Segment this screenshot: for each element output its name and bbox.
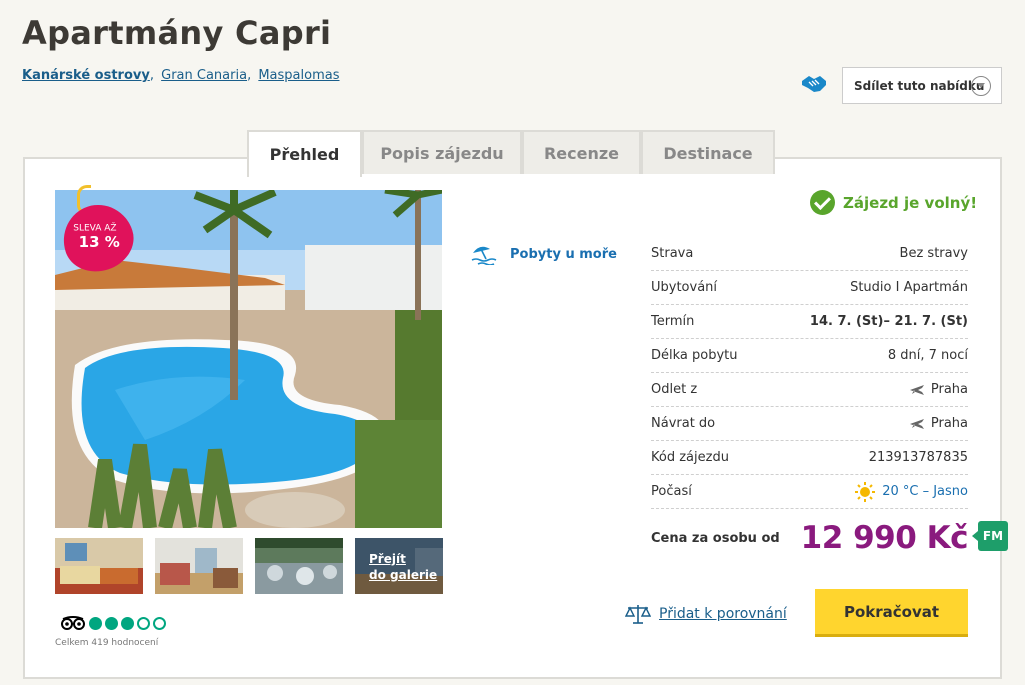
detail-value: 14. 7. (St)– 21. 7. (St) [809, 314, 968, 329]
compare-label: Přidat k porovnání [659, 606, 787, 622]
add-to-compare-link[interactable]: Přidat k porovnání [625, 603, 787, 625]
rating-dot-filled [105, 616, 118, 630]
tripadvisor-rating[interactable] [60, 616, 166, 630]
thumbnail-bedroom[interactable] [55, 538, 143, 594]
airplane-icon [909, 418, 924, 429]
tripadvisor-owl-icon [61, 616, 85, 630]
detail-value: 8 dní, 7 nocí [887, 348, 968, 363]
detail-value: 213913787835 [868, 450, 968, 465]
tab-destination[interactable]: Destinace [641, 130, 775, 174]
detail-row-accommodation: Ubytování Studio I Apartmán [651, 271, 968, 305]
scale-icon [625, 605, 651, 624]
detail-row-code: Kód zájezdu 213913787835 [651, 441, 968, 475]
page-title: Apartmány Capri [22, 14, 332, 52]
chevron-down-icon [971, 76, 991, 96]
detail-label: Termín [651, 314, 695, 329]
gallery-link-line2: do galerie [369, 568, 438, 582]
beach-umbrella-icon [471, 246, 497, 265]
sun-icon [855, 481, 876, 502]
gallery-link[interactable]: Přejít do galerie [355, 538, 443, 594]
detail-label: Počasí [651, 484, 692, 499]
tab-description[interactable]: Popis zájezdu [362, 130, 522, 174]
detail-row-weather: Počasí 20 °C – Jasno [651, 475, 968, 509]
rating-dot-empty [153, 616, 166, 630]
thumbnail-room[interactable] [155, 538, 243, 594]
detail-row-length: Délka pobytu 8 dní, 7 nocí [651, 339, 968, 373]
detail-row-board: Strava Bez stravy [651, 237, 968, 271]
handshake-icon[interactable] [800, 72, 828, 96]
share-offer-button[interactable]: Sdílet tuto nabídku [842, 67, 1002, 104]
category-beach: Pobyty u moře [470, 243, 617, 265]
price-label: Cena za osobu od [651, 530, 780, 546]
continue-button[interactable]: Pokračovat [815, 589, 968, 637]
rating-count: Celkem 419 hodnocení [55, 638, 159, 648]
gallery-link-text[interactable]: Přejít do galerie [369, 551, 437, 583]
availability-status: Zájezd je volný! [810, 190, 977, 215]
price-value: 12 990 Kč [800, 520, 969, 556]
thumbnail-restaurant[interactable] [255, 538, 343, 594]
availability-label: Zájezd je volný! [843, 193, 978, 212]
price-row: Cena za osobu od 12 990 Kč [651, 509, 969, 567]
thumbnail-bedroom-image [55, 538, 143, 594]
share-offer-label: Sdílet tuto nabídku [854, 78, 985, 93]
breadcrumb: Kanárské ostrovy, Gran Canaria, Maspalom… [22, 68, 340, 83]
detail-value: Praha [909, 382, 968, 397]
thumbnail-room-image [155, 538, 243, 594]
detail-row-return: Návrat do Praha [651, 407, 968, 441]
breadcrumb-link-region[interactable]: Kanárské ostrovy [22, 68, 150, 83]
detail-value: 20 °C – Jasno [854, 481, 968, 503]
category-label: Pobyty u moře [510, 246, 617, 262]
detail-label: Kód zájezdu [651, 450, 729, 465]
tab-reviews[interactable]: Recenze [522, 130, 641, 174]
breadcrumb-link-city[interactable]: Maspalomas [258, 68, 339, 83]
check-circle-icon [810, 190, 835, 215]
return-city: Praha [930, 416, 968, 431]
rating-dot-filled [89, 616, 102, 630]
offer-details: Strava Bez stravy Ubytování Studio I Apa… [651, 237, 969, 567]
rating-dot-filled [121, 616, 134, 630]
detail-value: Studio I Apartmán [850, 280, 968, 295]
breadcrumb-link-island[interactable]: Gran Canaria [161, 68, 247, 83]
detail-row-departure: Odlet z Praha [651, 373, 968, 407]
tabs: Přehled Popis zájezdu Recenze Destinace [247, 130, 775, 177]
detail-label: Návrat do [651, 416, 716, 431]
detail-value: Praha [909, 416, 968, 431]
thumbnail-restaurant-image [255, 538, 343, 594]
detail-value: Bez stravy [899, 246, 968, 261]
detail-label: Strava [651, 246, 694, 261]
departure-city: Praha [930, 382, 968, 397]
detail-label: Odlet z [651, 382, 698, 397]
first-minute-badge: FM [972, 521, 1008, 551]
airplane-icon [909, 384, 924, 395]
discount-badge-value: 13 % [78, 232, 120, 251]
detail-label: Délka pobytu [651, 348, 738, 363]
detail-row-dates: Termín 14. 7. (St)– 21. 7. (St) [651, 305, 968, 339]
detail-label: Ubytování [651, 280, 718, 295]
gallery-link-line1: Přejít [369, 552, 406, 566]
photo-thumbnails: Přejít do galerie [55, 538, 443, 594]
rating-dot-empty [137, 616, 150, 630]
weather-text: 20 °C – Jasno [882, 484, 968, 499]
tab-overview[interactable]: Přehled [247, 130, 362, 177]
